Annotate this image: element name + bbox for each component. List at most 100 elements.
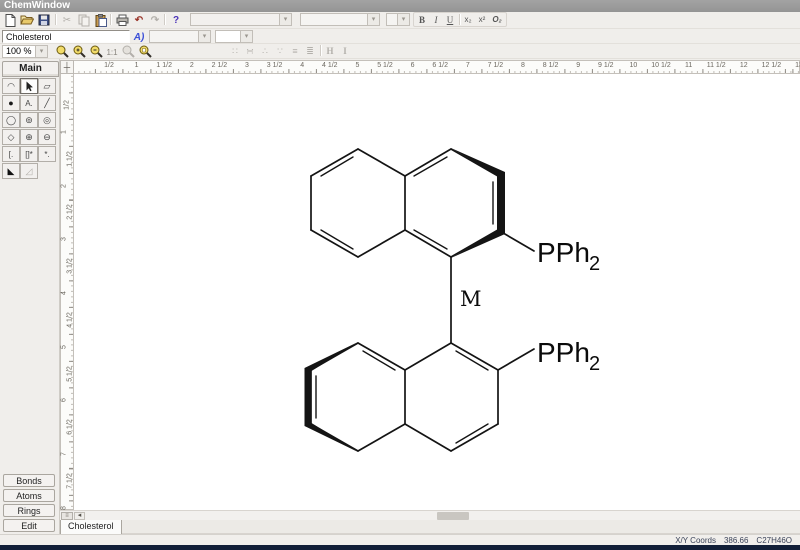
- bonds-palette-button[interactable]: Bonds: [3, 474, 55, 487]
- tab-main[interactable]: Main: [2, 61, 59, 77]
- copy-button[interactable]: [76, 13, 92, 27]
- atom-label-tool[interactable]: A.: [20, 95, 38, 111]
- subscript-button[interactable]: x₂: [461, 14, 475, 26]
- italic-button[interactable]: I: [429, 14, 443, 26]
- h-ruler-label: 5 1/2: [377, 62, 393, 69]
- h-ruler-label: 8 1/2: [543, 62, 559, 69]
- zoom-selection-button[interactable]: [121, 45, 135, 58]
- h-ruler-label: 4 1/2: [322, 62, 338, 69]
- chevron-down-icon[interactable]: ▾: [367, 14, 379, 25]
- font-icon: A): [134, 32, 145, 43]
- h-ruler-label: 5: [355, 62, 359, 69]
- distribute-vertical-button[interactable]: I: [338, 45, 352, 57]
- help-icon: ?: [173, 15, 179, 26]
- color-picker-combobox[interactable]: ▾: [215, 30, 253, 43]
- style-combobox[interactable]: ▾: [300, 13, 380, 26]
- scroll-left-button[interactable]: ◂: [74, 512, 85, 520]
- rings-palette-button[interactable]: Rings: [3, 504, 55, 517]
- asterisk-tool[interactable]: *.: [38, 146, 56, 162]
- binap-molecule-drawing[interactable]: PPh 2 PPh 2 M: [74, 74, 800, 510]
- formula-format-button[interactable]: O₂: [490, 14, 504, 26]
- v-ruler-label: 1 1/2: [66, 151, 73, 167]
- standard-toolbar: ✂ ↶ ↷ ? ▾ ▾ ▾ B I: [0, 12, 800, 29]
- align-bottom-button[interactable]: ≣: [303, 45, 317, 57]
- h-ruler-label: 7: [466, 62, 470, 69]
- window-bottom-edge: [0, 545, 800, 550]
- paste-clipboard-icon: [95, 14, 107, 27]
- cut-button[interactable]: ✂: [59, 13, 75, 27]
- print-button[interactable]: [114, 13, 130, 27]
- chevron-down-icon[interactable]: ▾: [198, 31, 210, 42]
- atoms-palette-button[interactable]: Atoms: [3, 489, 55, 502]
- align-right-button[interactable]: ∴: [258, 45, 272, 57]
- zoom-page-button[interactable]: [138, 45, 152, 58]
- bond-tool[interactable]: ╱: [38, 95, 56, 111]
- charge-minus-tool[interactable]: ⊖: [38, 129, 56, 145]
- zoom-in-button[interactable]: [72, 45, 86, 58]
- horizontal-ruler: 1/211 1/222 1/233 1/244 1/255 1/266 1/27…: [74, 60, 800, 74]
- bracket-tool[interactable]: [.: [2, 146, 20, 162]
- undo-arrow-icon: ↶: [135, 15, 143, 26]
- size-combobox[interactable]: ▾: [386, 13, 410, 26]
- atom-sphere-tool[interactable]: ●: [2, 95, 20, 111]
- pane-split-handle[interactable]: ≡: [61, 512, 73, 520]
- zoom-level-combobox[interactable]: 100 % ▾: [2, 45, 48, 58]
- font-settings-button[interactable]: A): [131, 30, 147, 44]
- drawing-canvas[interactable]: PPh 2 PPh 2 M: [74, 74, 800, 510]
- open-file-button[interactable]: [19, 13, 35, 27]
- save-button[interactable]: [36, 13, 52, 27]
- hexagon-tool[interactable]: ◇: [2, 129, 20, 145]
- align-left-button[interactable]: ∷: [228, 45, 242, 57]
- scrollbar-thumb[interactable]: [437, 512, 469, 520]
- one-to-one-icon: 1:1: [106, 48, 117, 57]
- superscript-button[interactable]: x²: [475, 14, 489, 26]
- lasso-tool[interactable]: ◠: [2, 78, 20, 94]
- magnifier-icon: [55, 45, 69, 58]
- edit-palette-button[interactable]: Edit: [3, 519, 55, 532]
- distribute-horizontal-button[interactable]: H: [323, 45, 337, 57]
- undo-button[interactable]: ↶: [131, 13, 147, 27]
- ring-flap-tool[interactable]: ◎: [38, 112, 56, 128]
- hash-wedge-tool[interactable]: ◿: [20, 163, 38, 179]
- select-tool[interactable]: [20, 78, 38, 94]
- chevron-down-icon[interactable]: ▾: [279, 14, 291, 25]
- zoom-area-button[interactable]: [55, 45, 69, 58]
- chevron-down-icon[interactable]: ▾: [35, 46, 47, 57]
- context-help-button[interactable]: ?: [168, 13, 184, 27]
- chevron-down-icon[interactable]: ▾: [397, 14, 409, 25]
- open-folder-icon: [20, 14, 34, 26]
- align-group: ∷ ∺ ∴ ∵ ≡ ≣ H I: [228, 44, 354, 59]
- tab-cholesterol[interactable]: Cholesterol: [60, 520, 122, 535]
- v-ruler-label: 5: [60, 345, 67, 349]
- bold-button[interactable]: B: [415, 14, 429, 26]
- h-ruler-label: 2 1/2: [212, 62, 228, 69]
- bond-line-icon: ╱: [44, 98, 49, 109]
- template-combobox[interactable]: ▾: [190, 13, 292, 26]
- v-ruler-label: 3: [60, 237, 67, 241]
- align-middle-button[interactable]: ≡: [288, 45, 302, 57]
- eraser-tool[interactable]: ▱: [38, 78, 56, 94]
- h-ruler-label: 11: [685, 62, 692, 69]
- hash-wedge-icon: ◿: [26, 166, 33, 177]
- document-name-input[interactable]: [2, 30, 130, 43]
- charge-plus-tool[interactable]: ⊕: [20, 129, 38, 145]
- chevron-down-icon[interactable]: ▾: [240, 31, 252, 42]
- label-style-combobox[interactable]: ▾: [149, 30, 211, 43]
- horizontal-scrollbar[interactable]: ≡ ◂: [60, 510, 800, 520]
- align-center-button[interactable]: ∺: [243, 45, 257, 57]
- wedge-bond-tool[interactable]: ◣: [2, 163, 20, 179]
- ellipse-ring-tool[interactable]: ◯: [2, 112, 20, 128]
- actual-size-button[interactable]: 1:1: [104, 45, 120, 59]
- bracket-star-tool[interactable]: []*: [20, 146, 38, 162]
- ring-flap-icon: ◎: [43, 115, 51, 126]
- paste-button[interactable]: [93, 13, 109, 27]
- h-ruler-label: 6: [411, 62, 415, 69]
- orbital-tool[interactable]: ⊚: [20, 112, 38, 128]
- zoom-out-button[interactable]: [89, 45, 103, 58]
- circle-minus-icon: ⊖: [43, 132, 51, 143]
- h-ruler-label: 6 1/2: [432, 62, 448, 69]
- redo-button[interactable]: ↷: [147, 13, 163, 27]
- underline-button[interactable]: U: [443, 14, 457, 26]
- new-document-button[interactable]: [2, 13, 18, 27]
- align-top-button[interactable]: ∵: [273, 45, 287, 57]
